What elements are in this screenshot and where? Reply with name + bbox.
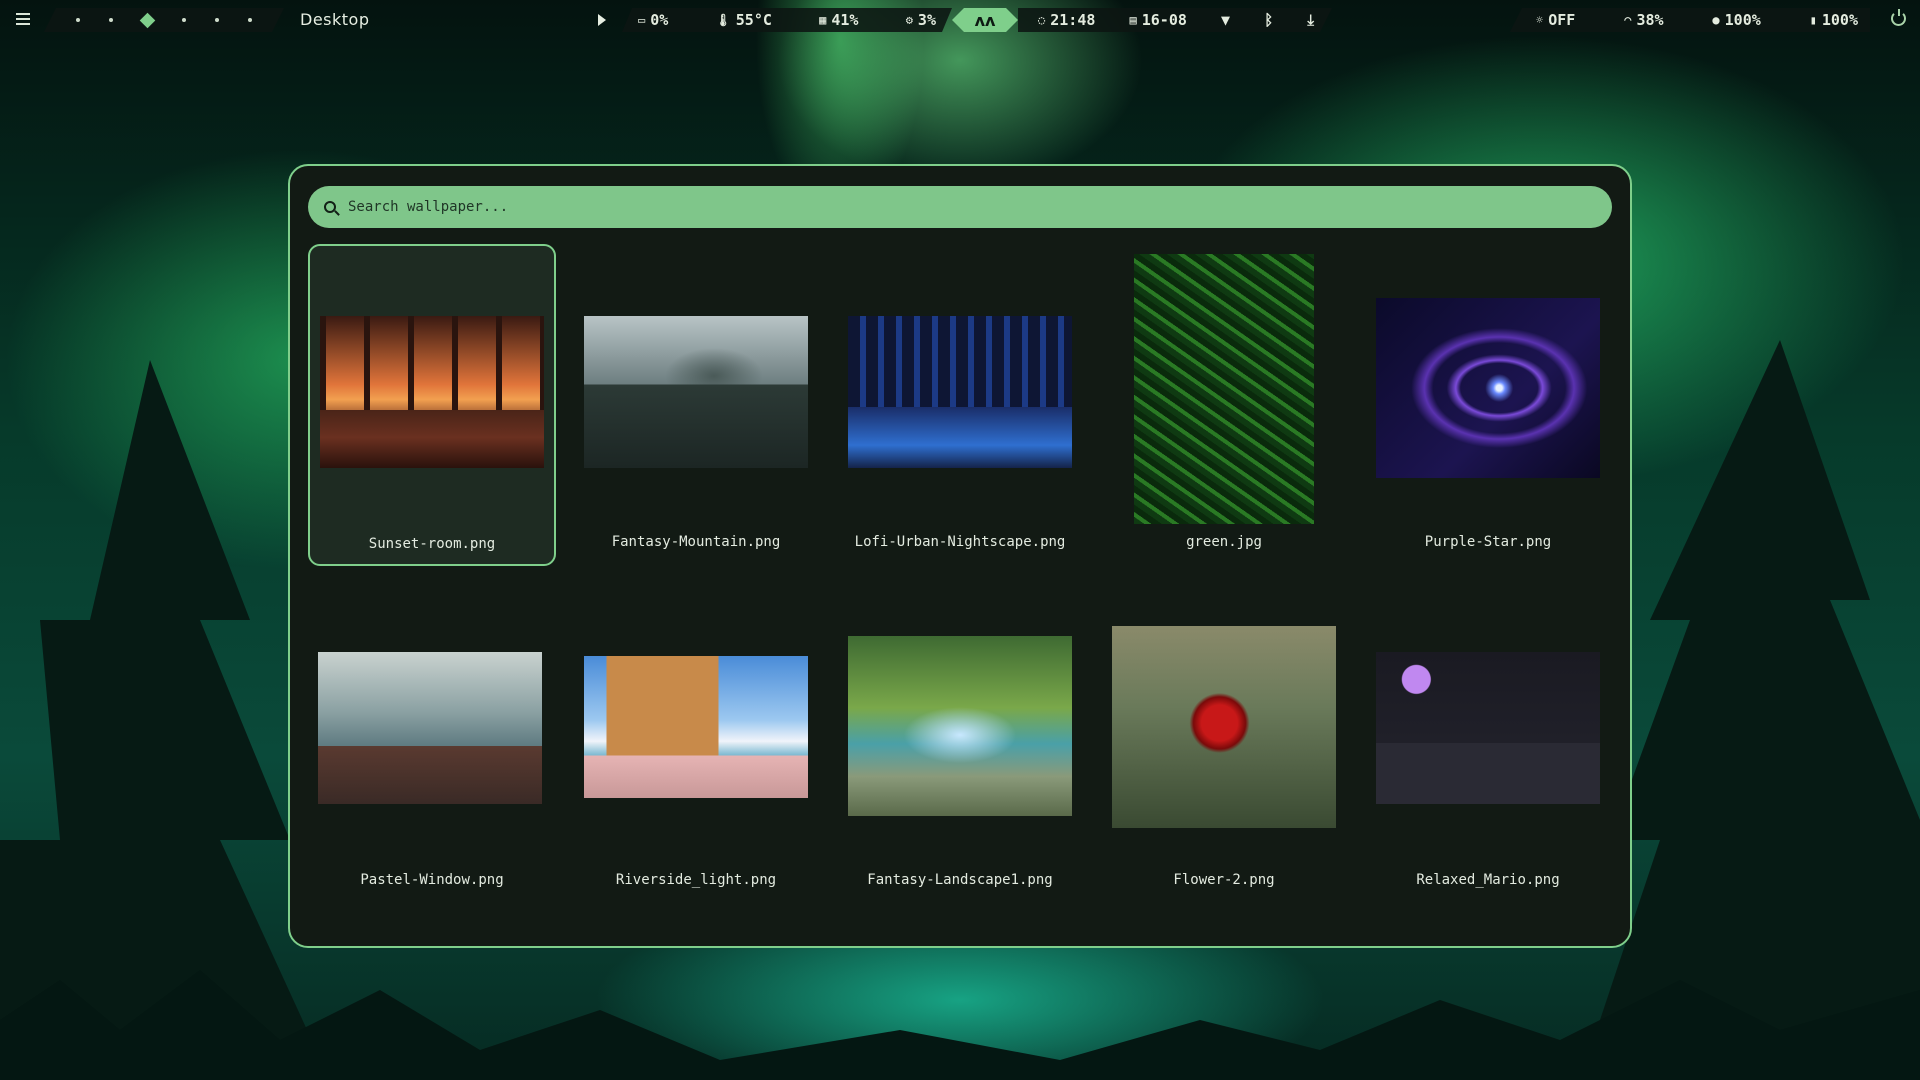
gpu-stat[interactable]: ▭ 0% (638, 11, 668, 29)
gpu-icon: ▭ (638, 13, 646, 27)
workspace-2[interactable] (109, 18, 113, 22)
wallpaper-thumbnail (1376, 298, 1600, 478)
wifi-icon[interactable]: ▼ (1221, 11, 1230, 29)
temperature-value: 55°C (735, 11, 772, 29)
clock-area: ◌ 21:48 ▤ 16-08 ▼ ᛒ ⤓ (1018, 8, 1332, 32)
gpu-value: 0% (650, 11, 669, 29)
wallpaper-name: Purple-Star.png (1424, 534, 1552, 550)
workspace-4[interactable] (182, 18, 186, 22)
battery[interactable]: ▮ 100% (1810, 11, 1858, 29)
wallpaper-thumbnail (318, 652, 542, 804)
search-icon (324, 201, 336, 213)
memory-value: 41% (831, 11, 859, 29)
wallpaper-name: Flower-2.png (1173, 872, 1275, 888)
wallpaper-name: Fantasy-Mountain.png (611, 534, 781, 550)
wallpaper-name: Riverside_light.png (615, 872, 777, 888)
headphones-icon: ◠ (1624, 13, 1632, 27)
date[interactable]: ▤ 16-08 (1130, 11, 1187, 29)
volume-icon: ● (1712, 13, 1720, 27)
search-bar[interactable] (308, 186, 1612, 228)
workspace-1[interactable] (76, 18, 80, 22)
calendar-icon: ▤ (1129, 13, 1137, 27)
temperature-stat[interactable]: 🌡 55°C (716, 11, 772, 29)
forest-silhouette-bottom (0, 940, 1920, 1080)
power-icon[interactable] (1891, 9, 1906, 26)
wallpaper-thumbnail (1134, 254, 1314, 524)
thermometer-icon: 🌡 (715, 13, 731, 27)
distro-logo-button[interactable]: ʌʌ (952, 8, 1018, 32)
wallpaper-name: Relaxed_Mario.png (1416, 872, 1560, 888)
headphones-volume[interactable]: ◠ 38% (1624, 11, 1663, 29)
cpu-stat[interactable]: ⚙ 3% (906, 11, 936, 29)
wallpaper-name: Pastel-Window.png (360, 872, 504, 888)
workspace-switcher (44, 8, 284, 32)
wallpaper-thumbnail (848, 316, 1072, 468)
clock-time: 21:48 (1050, 11, 1096, 29)
workspace-3-active[interactable] (140, 12, 156, 28)
workspace-6[interactable] (248, 18, 252, 22)
wallpaper-thumbnail (320, 316, 544, 468)
brightness-toggle[interactable]: ☼ OFF (1536, 11, 1575, 29)
idle-inhibit-icon: ◌ (1038, 13, 1046, 27)
wallpaper-card[interactable]: Purple-Star.png (1364, 244, 1612, 566)
distro-logo-icon: ʌʌ (974, 10, 996, 30)
brightness-icon: ☼ (1536, 13, 1544, 27)
wallpaper-name: Sunset-room.png (368, 536, 496, 552)
cpu-icon: ⚙ (905, 13, 913, 27)
search-input[interactable] (348, 199, 1548, 215)
wallpaper-card[interactable]: Fantasy-Landscape1.png (836, 582, 1084, 904)
quick-settings: ☼ OFF ◠ 38% ● 100% ▮ 100% (1510, 8, 1870, 32)
workspace-5[interactable] (215, 18, 219, 22)
wallpaper-thumbnail (848, 636, 1072, 816)
wallpaper-card[interactable]: Sunset-room.png (308, 244, 556, 566)
wallpaper-thumbnail (584, 656, 808, 798)
wallpaper-card[interactable]: Relaxed_Mario.png (1364, 582, 1612, 904)
top-bar: Desktop ▭ 0% 🌡 55°C ▦ 41% ⚙ 3% ʌʌ ◌ 21:4… (0, 0, 1920, 40)
wallpaper-card[interactable]: green.jpg (1100, 244, 1348, 566)
media-play-icon[interactable] (598, 14, 606, 26)
wallpaper-name: green.jpg (1186, 534, 1262, 550)
wallpaper-thumbnail (584, 316, 808, 468)
memory-stat[interactable]: ▦ 41% (819, 11, 858, 29)
date-value: 16-08 (1141, 11, 1187, 29)
clock[interactable]: ◌ 21:48 (1038, 11, 1095, 29)
battery-icon: ▮ (1809, 13, 1817, 27)
wallpaper-card[interactable]: Lofi-Urban-Nightscape.png (836, 244, 1084, 566)
wallpaper-name: Lofi-Urban-Nightscape.png (854, 534, 1066, 550)
wallpaper-card[interactable]: Flower-2.png (1100, 582, 1348, 904)
download-icon[interactable]: ⤓ (1307, 11, 1314, 29)
system-stats: ▭ 0% 🌡 55°C ▦ 41% ⚙ 3% (622, 8, 952, 32)
memory-icon: ▦ (819, 13, 827, 27)
wallpaper-thumbnail (1376, 652, 1600, 804)
menu-icon[interactable] (16, 13, 30, 28)
brightness-value: OFF (1548, 11, 1576, 29)
wallpaper-picker: Sunset-room.png Fantasy-Mountain.png Lof… (288, 164, 1632, 948)
wallpaper-thumbnail (1112, 626, 1336, 828)
volume[interactable]: ● 100% (1712, 11, 1760, 29)
wallpaper-card[interactable]: Pastel-Window.png (308, 582, 556, 904)
volume-value: 100% (1724, 11, 1761, 29)
window-title: Desktop (300, 10, 370, 29)
bluetooth-icon[interactable]: ᛒ (1264, 11, 1273, 29)
battery-value: 100% (1821, 11, 1858, 29)
cpu-value: 3% (917, 11, 936, 29)
headphones-value: 38% (1636, 11, 1664, 29)
wallpaper-card[interactable]: Riverside_light.png (572, 582, 820, 904)
wallpaper-card[interactable]: Fantasy-Mountain.png (572, 244, 820, 566)
wallpaper-name: Fantasy-Landscape1.png (867, 872, 1053, 888)
